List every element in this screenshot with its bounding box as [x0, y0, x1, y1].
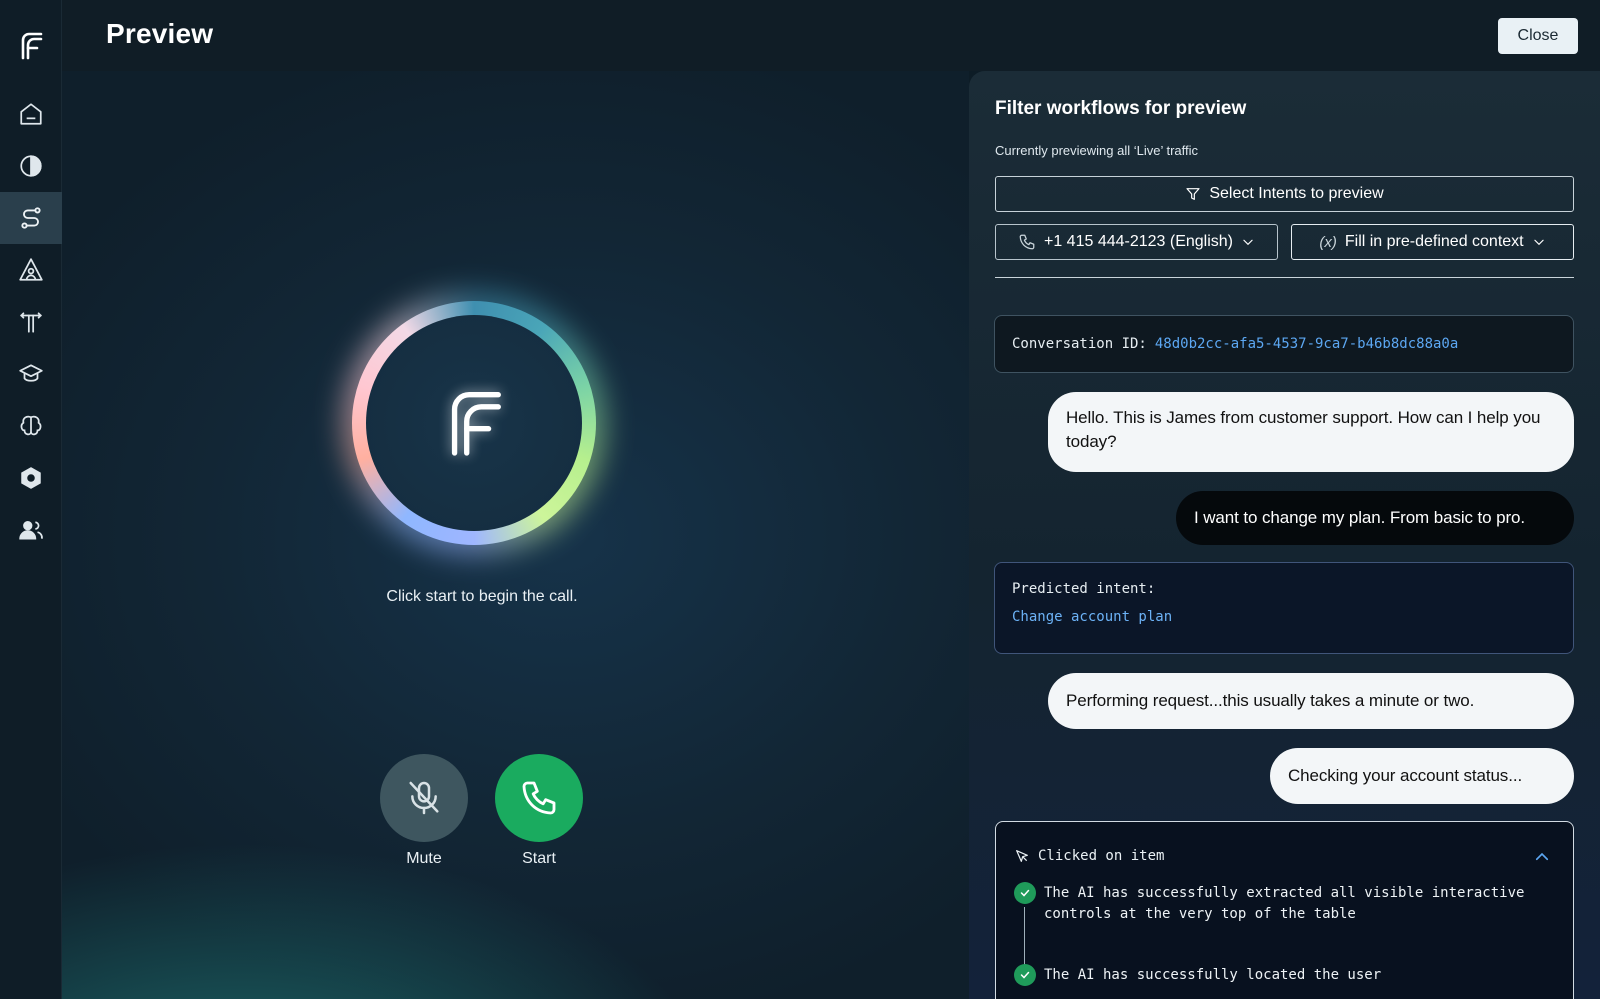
sidebar: [0, 0, 62, 999]
start-call-button[interactable]: [495, 754, 583, 842]
action-step-text: The AI has successfully located the user: [1044, 967, 1382, 983]
users-icon: [19, 521, 43, 540]
mute-button[interactable]: [380, 754, 468, 842]
action-log-box: Clicked on item The AI has successfully …: [995, 821, 1574, 999]
agent-icon: [19, 258, 43, 281]
select-intents-button[interactable]: Select Intents to preview: [995, 176, 1574, 212]
predicted-intent-label: Predicted intent:: [1012, 581, 1156, 597]
cursor-click-icon: [1016, 850, 1028, 862]
call-hint-text: Click start to begin the call.: [386, 588, 578, 605]
divider: [995, 277, 1574, 278]
routing-icon: [20, 312, 42, 333]
sidebar-item-knowledge[interactable]: [0, 400, 62, 452]
conversation-id-value[interactable]: 48d0b2cc-afa5-4537-9ca7-b46b8dc88a0a: [1155, 336, 1458, 352]
close-button[interactable]: Close: [1498, 18, 1578, 54]
home-icon: [20, 103, 42, 125]
page-header: Preview Close: [62, 0, 1600, 71]
settings-icon: [21, 467, 41, 489]
action-step: The AI has successfully located the user: [1014, 964, 1534, 986]
preview-filter-panel: Filter workflows for preview Currently p…: [969, 71, 1600, 999]
phone-icon: [1019, 234, 1035, 250]
predicted-intent-box: Predicted intent: Change account plan: [994, 562, 1574, 654]
message-bubble-ai: Checking your account status...: [1270, 748, 1574, 804]
phone-number-dropdown[interactable]: +1 415 444-2123 (English): [995, 224, 1278, 260]
action-step-text: The AI has successfully extracted all vi…: [1044, 885, 1525, 922]
message-bubble-ai: Hello. This is James from customer suppo…: [1048, 392, 1574, 472]
app-logo-icon[interactable]: [17, 28, 45, 60]
message-bubble-user: I want to change my plan. From basic to …: [1176, 491, 1574, 545]
analytics-icon: [20, 155, 42, 177]
action-log-header: Clicked on item: [1014, 848, 1164, 864]
workflows-icon: [21, 207, 41, 229]
sidebar-item-agent[interactable]: [0, 244, 62, 296]
sidebar-item-routing[interactable]: [0, 296, 62, 348]
check-circle-icon: [1014, 964, 1036, 986]
sidebar-item-analytics[interactable]: [0, 140, 62, 192]
mute-label: Mute: [406, 850, 442, 867]
sidebar-item-users[interactable]: [0, 504, 62, 556]
chevron-down-icon: [1533, 239, 1544, 246]
sidebar-item-training[interactable]: [0, 348, 62, 400]
action-step: The AI has successfully extracted all vi…: [1014, 882, 1534, 925]
variable-icon: (x): [1319, 233, 1337, 251]
knowledge-icon: [20, 415, 42, 436]
panel-subtitle: Currently previewing all ‘Live’ traffic: [995, 143, 1199, 158]
phone-dropdown-value: +1 415 444-2123 (English): [1043, 233, 1234, 250]
page-title: Preview: [106, 18, 214, 49]
voice-visualizer-ring: [342, 291, 606, 555]
action-log-title: Clicked on item: [1038, 848, 1165, 864]
start-label: Start: [522, 850, 556, 867]
phone-icon: [522, 781, 556, 815]
microphone-off-icon: [409, 781, 439, 815]
sidebar-item-settings[interactable]: [0, 452, 62, 504]
context-dropdown[interactable]: (x) Fill in pre-defined context: [1291, 224, 1574, 260]
chevron-down-icon: [1243, 239, 1253, 246]
conversation-id-label: Conversation ID:: [1012, 336, 1147, 352]
sidebar-item-home[interactable]: [0, 88, 62, 140]
message-bubble-ai: Performing request...this usually takes …: [1048, 673, 1574, 729]
call-stage: Click start to begin the call. Mute Star…: [62, 71, 969, 999]
select-intents-label: Select Intents to preview: [1209, 185, 1384, 202]
conversation-id-box: Conversation ID: 48d0b2cc-afa5-4537-9ca7…: [994, 315, 1574, 373]
filter-icon: [1186, 188, 1200, 200]
panel-title: Filter workflows for preview: [995, 98, 1247, 119]
sidebar-item-workflows[interactable]: [0, 192, 62, 244]
predicted-intent-value[interactable]: Change account plan: [1012, 609, 1556, 625]
brand-logo-icon: [451, 392, 501, 456]
context-dropdown-value: Fill in pre-defined context: [1344, 233, 1524, 250]
training-icon: [19, 364, 43, 382]
check-circle-icon: [1014, 882, 1036, 904]
chevron-up-icon[interactable]: [1533, 848, 1551, 866]
